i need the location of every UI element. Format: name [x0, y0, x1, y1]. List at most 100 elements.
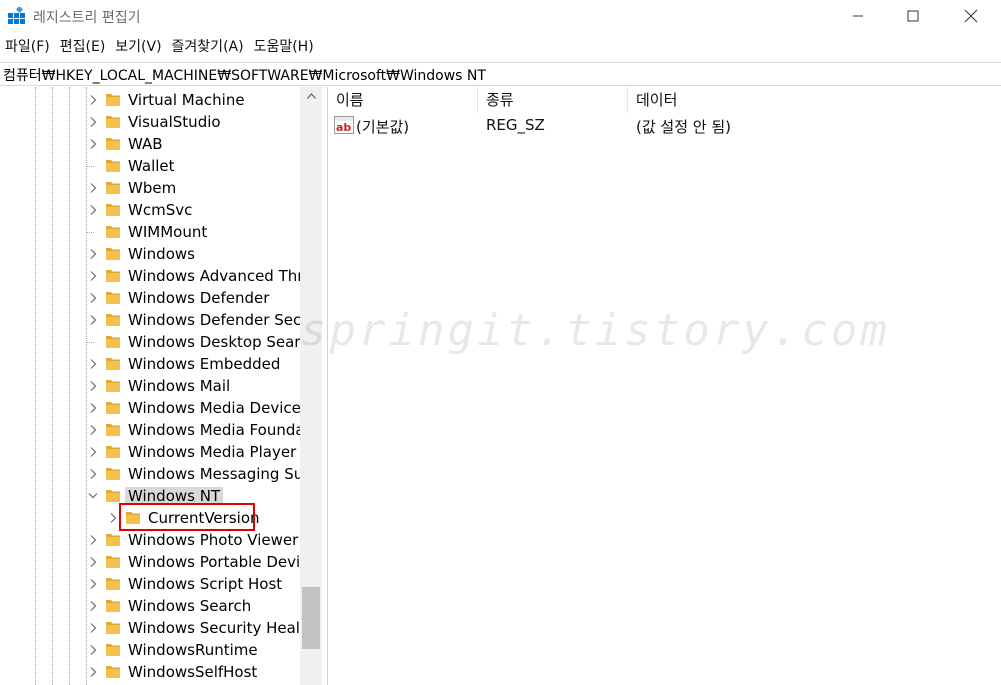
tree-item[interactable]: Windows Advanced Threat Protection: [0, 265, 322, 287]
tree-item[interactable]: WIMMount: [0, 221, 300, 243]
tree-item-label: Windows Search: [128, 597, 252, 615]
folder-icon: [106, 138, 120, 150]
scroll-thumb[interactable]: [302, 587, 320, 649]
chevron-right-icon[interactable]: [88, 182, 98, 194]
tree-item-label: Windows Advanced Threat Protection: [128, 267, 322, 285]
tree-item[interactable]: Windows Embedded: [0, 353, 300, 375]
column-header-name[interactable]: 이름: [329, 87, 479, 113]
tree-item[interactable]: CurrentVersion: [0, 503, 300, 531]
folder-icon: [106, 204, 120, 216]
value-row[interactable]: ab (기본값) REG_SZ (값 설정 안 됨): [329, 114, 1001, 136]
scroll-up-button[interactable]: [300, 87, 322, 104]
chevron-up-icon: [306, 92, 316, 99]
chevron-right-icon[interactable]: [88, 468, 98, 480]
close-button[interactable]: [948, 0, 994, 32]
tree-scrollbar[interactable]: [300, 87, 322, 685]
tree-item[interactable]: Virtual Machine: [0, 89, 300, 111]
chevron-right-icon[interactable]: [88, 644, 98, 656]
tree-item[interactable]: Wbem: [0, 177, 300, 199]
chevron-right-icon[interactable]: [88, 292, 98, 304]
address-bar[interactable]: 컴퓨터₩HKEY_LOCAL_MACHINE₩SOFTWARE₩Microsof…: [0, 62, 1001, 86]
folder-icon: [106, 314, 120, 326]
column-divider[interactable]: [627, 87, 628, 113]
tree-item-label: Windows Media Player NSS: [128, 443, 322, 461]
value-data: (값 설정 안 됨): [636, 118, 732, 136]
chevron-right-icon[interactable]: [88, 600, 98, 612]
chevron-right-icon[interactable]: [88, 94, 98, 106]
tree-item[interactable]: Windows Media Player NSS: [0, 441, 322, 463]
tree-item[interactable]: Windows Search: [0, 595, 300, 617]
tree-item-label: Virtual Machine: [128, 91, 245, 109]
menu-file[interactable]: 파일(F): [0, 36, 55, 58]
chevron-right-icon[interactable]: [88, 578, 98, 590]
pane-splitter[interactable]: [322, 87, 328, 685]
tree-item[interactable]: Windows Portable Devices: [0, 551, 322, 573]
chevron-right-icon[interactable]: [108, 512, 118, 524]
string-value-icon: ab: [334, 116, 354, 134]
tree-item-label: Windows: [128, 245, 195, 263]
folder-icon: [106, 666, 120, 678]
folder-icon: [106, 644, 120, 656]
column-divider[interactable]: [477, 87, 478, 113]
chevron-right-icon[interactable]: [88, 534, 98, 546]
folder-icon: [106, 556, 120, 568]
chevron-right-icon[interactable]: [88, 446, 98, 458]
menu-help[interactable]: 도움말(H): [249, 36, 319, 58]
tree-item[interactable]: WindowsSelfHost: [0, 661, 300, 683]
tree-item[interactable]: Windows Security Health: [0, 617, 315, 639]
chevron-right-icon[interactable]: [88, 248, 98, 260]
tree-item[interactable]: VisualStudio: [0, 111, 300, 133]
tree-item-label: Wbem: [128, 179, 177, 197]
folder-icon: [106, 578, 120, 590]
tree-item[interactable]: Windows Photo Viewer: [0, 529, 300, 551]
tree-item[interactable]: Windows Script Host: [0, 573, 300, 595]
chevron-right-icon[interactable]: [88, 622, 98, 634]
tree-item-label: Windows Security Health: [128, 619, 316, 637]
folder-icon: [106, 622, 120, 634]
tree-item[interactable]: Windows: [0, 243, 300, 265]
chevron-right-icon[interactable]: [88, 666, 98, 678]
tree-item[interactable]: Windows Desktop Search: [0, 331, 318, 353]
tree-item[interactable]: Windows Mail: [0, 375, 300, 397]
chevron-right-icon[interactable]: [88, 204, 98, 216]
minimize-button[interactable]: [835, 0, 881, 32]
menu-edit[interactable]: 편집(E): [55, 36, 111, 58]
folder-icon: [106, 380, 120, 392]
tree-item[interactable]: WAB: [0, 133, 300, 155]
tree-connector: [86, 166, 94, 167]
chevron-down-icon[interactable]: [88, 490, 98, 502]
column-header-data[interactable]: 데이터: [629, 87, 1001, 113]
menu-view[interactable]: 보기(V): [110, 36, 166, 58]
tree-item[interactable]: Wallet: [0, 155, 300, 177]
chevron-right-icon[interactable]: [88, 270, 98, 282]
chevron-right-icon[interactable]: [88, 380, 98, 392]
chevron-right-icon[interactable]: [88, 424, 98, 436]
tree-item-label: Windows Messaging Subsystem: [128, 465, 322, 483]
tree-item[interactable]: WcmSvc: [0, 199, 300, 221]
tree-item[interactable]: Windows Defender: [0, 287, 300, 309]
tree-item[interactable]: Windows Defender Security Center: [0, 309, 322, 331]
menu-favorites[interactable]: 즐겨찾기(A): [167, 36, 249, 58]
tree-item-label: Windows Media Device Manager: [128, 399, 322, 417]
tree-item[interactable]: WindowsRuntime: [0, 639, 300, 661]
minimize-icon: [853, 15, 863, 17]
chevron-right-icon[interactable]: [88, 556, 98, 568]
folder-icon: [106, 182, 120, 194]
chevron-right-icon[interactable]: [88, 358, 98, 370]
tree-item-label: WcmSvc: [128, 201, 193, 219]
chevron-right-icon[interactable]: [88, 402, 98, 414]
folder-icon: [106, 424, 120, 436]
column-header-type[interactable]: 종류: [479, 87, 629, 113]
key-tree[interactable]: Virtual Machine VisualStudio WAB Wallet Wbem…: [0, 87, 322, 685]
value-list[interactable]: 이름 종류 데이터 ab (기본값) REG_SZ (값 설정 안 됨): [329, 87, 1001, 685]
chevron-right-icon[interactable]: [88, 314, 98, 326]
chevron-right-icon[interactable]: [88, 138, 98, 150]
tree-item[interactable]: Windows Media Device Manager: [0, 397, 322, 419]
tree-item[interactable]: Windows Messaging Subsystem: [0, 463, 322, 485]
chevron-right-icon[interactable]: [88, 116, 98, 128]
tree-item[interactable]: Windows Media Foundation: [0, 419, 322, 441]
folder-icon: [106, 336, 120, 348]
folder-icon: [106, 94, 120, 106]
address-path[interactable]: 컴퓨터₩HKEY_LOCAL_MACHINE₩SOFTWARE₩Microsof…: [3, 65, 486, 85]
maximize-button[interactable]: [890, 0, 936, 32]
